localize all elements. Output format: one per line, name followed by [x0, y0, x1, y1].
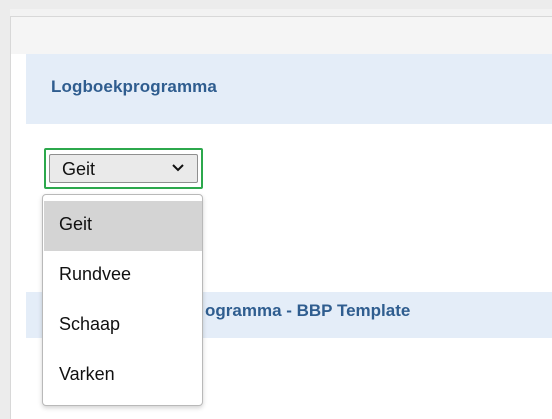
option-geit[interactable]: Geit [44, 201, 202, 251]
option-label: Varken [59, 364, 115, 384]
option-label: Schaap [59, 314, 121, 334]
top-gap [11, 17, 552, 54]
select-dropdown-list: Geit Rundvee Schaap Varken [42, 194, 203, 406]
animal-type-select[interactable]: Geit [44, 148, 203, 189]
select-control[interactable]: Geit [49, 154, 198, 183]
option-label: Rundvee [59, 264, 132, 284]
option-rundvee[interactable]: Rundvee [44, 251, 202, 301]
option-schaap[interactable]: Schaap [44, 301, 202, 351]
section-title: ogramma - BBP Template [205, 301, 411, 320]
option-label: Geit [59, 214, 93, 234]
chevron-down-icon [172, 164, 184, 172]
option-varken[interactable]: Varken [44, 351, 202, 401]
page-title: Logboekprogramma [51, 77, 217, 96]
select-value: Geit [62, 159, 96, 179]
